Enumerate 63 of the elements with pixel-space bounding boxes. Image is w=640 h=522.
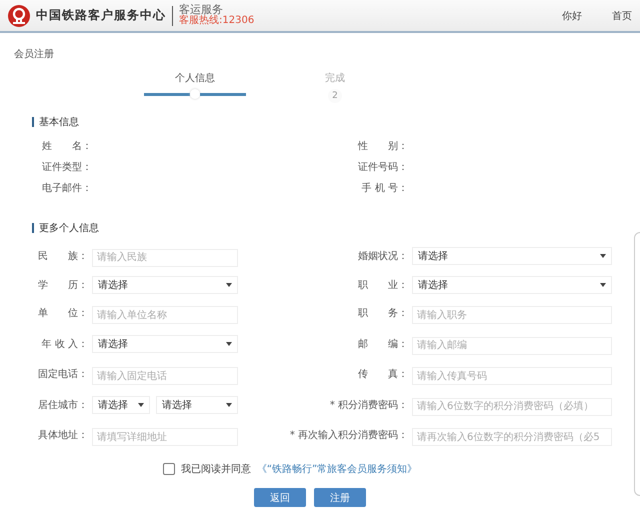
field-label: 年 收 入： xyxy=(40,338,89,351)
agree-checkbox[interactable] xyxy=(162,463,175,475)
input-field[interactable]: 请输入6位数字的积分消费密码（必填） xyxy=(412,398,612,416)
select-value: 请选择 xyxy=(98,278,128,292)
field-label: 电子邮件： xyxy=(41,182,92,195)
hotline-text: 客服热线:12306 xyxy=(179,16,254,27)
field-label: 具体地址： xyxy=(37,428,89,442)
select-field[interactable]: 请选择 xyxy=(412,276,612,294)
step-number: 2 xyxy=(328,89,342,103)
field-label: 婚姻状况： xyxy=(357,250,409,263)
caret-icon xyxy=(600,282,606,286)
input-field[interactable]: 请输入单位名称 xyxy=(92,306,238,324)
input-field[interactable]: 请填写详细地址 xyxy=(92,428,238,446)
section-title: 更多个人信息 xyxy=(39,222,99,235)
input-field[interactable]: 请输入民族 xyxy=(92,248,238,266)
select-value: 请选择 xyxy=(98,398,128,412)
caret-icon xyxy=(226,282,232,286)
logo-icon xyxy=(8,4,30,26)
field-label: * 再次输入积分消费密码： xyxy=(288,428,409,442)
select-field[interactable]: 请选择 xyxy=(92,334,238,353)
input-field[interactable]: 请输入邮编 xyxy=(412,336,612,354)
select-value: 请选择 xyxy=(418,278,448,292)
action-button[interactable]: 注册 xyxy=(314,488,366,507)
agreement-text: 我已阅读并同意 xyxy=(180,462,251,476)
caret-icon xyxy=(600,254,606,258)
field-label: * 积分消费密码： xyxy=(328,398,409,412)
input-field[interactable]: 请再次输入6位数字的积分消费密码（必5 xyxy=(412,428,612,446)
select-field[interactable]: 请选择 xyxy=(92,396,150,414)
input-field[interactable]: 请输入职务 xyxy=(412,306,612,324)
field-label: 证件类型： xyxy=(41,160,92,174)
greeting-text: 你好 xyxy=(562,10,582,22)
input-field[interactable]: 请输入传真号码 xyxy=(412,367,612,385)
field-label: 职 务： xyxy=(357,307,409,320)
select-value: 请选择 xyxy=(98,338,128,351)
field-label: 传 真： xyxy=(357,368,409,382)
field-label: 手 机 号： xyxy=(360,182,408,195)
select-field[interactable]: 请选择 xyxy=(92,276,238,294)
field-label: 民 族： xyxy=(37,250,89,263)
caret-icon xyxy=(226,342,232,346)
action-button[interactable]: 返回 xyxy=(254,488,306,507)
field-label: 证件号码： xyxy=(357,161,408,174)
caret-icon xyxy=(138,402,144,407)
breadcrumb: 会员注册 xyxy=(14,48,54,61)
field-label: 单 位： xyxy=(37,306,89,320)
step-label: 个人信息 xyxy=(175,72,215,85)
select-value: 请选择 xyxy=(162,398,192,412)
select-field[interactable]: 请选择 xyxy=(412,246,612,265)
field-label: 姓 名： xyxy=(41,140,92,153)
section-title: 基本信息 xyxy=(39,116,79,129)
home-link[interactable]: 首页 xyxy=(612,8,632,22)
field-label: 居住城市： xyxy=(37,398,89,412)
caret-icon xyxy=(226,402,232,407)
field-label: 固定电话： xyxy=(37,368,89,382)
input-field[interactable]: 请输入固定电话 xyxy=(92,367,238,385)
site-title: 中国铁路客户服务中心 xyxy=(36,7,166,24)
field-label: 学 历： xyxy=(37,278,89,292)
select-value: 请选择 xyxy=(418,250,448,263)
step-label: 完成 xyxy=(325,72,345,85)
terms-link[interactable]: 《“铁路畅行”常旅客会员服务须知》 xyxy=(256,462,418,476)
field-label: 性 别： xyxy=(356,140,408,153)
field-label: 职 业： xyxy=(357,278,409,292)
select-field[interactable]: 请选择 xyxy=(156,396,238,414)
field-label: 邮 编： xyxy=(357,338,409,351)
